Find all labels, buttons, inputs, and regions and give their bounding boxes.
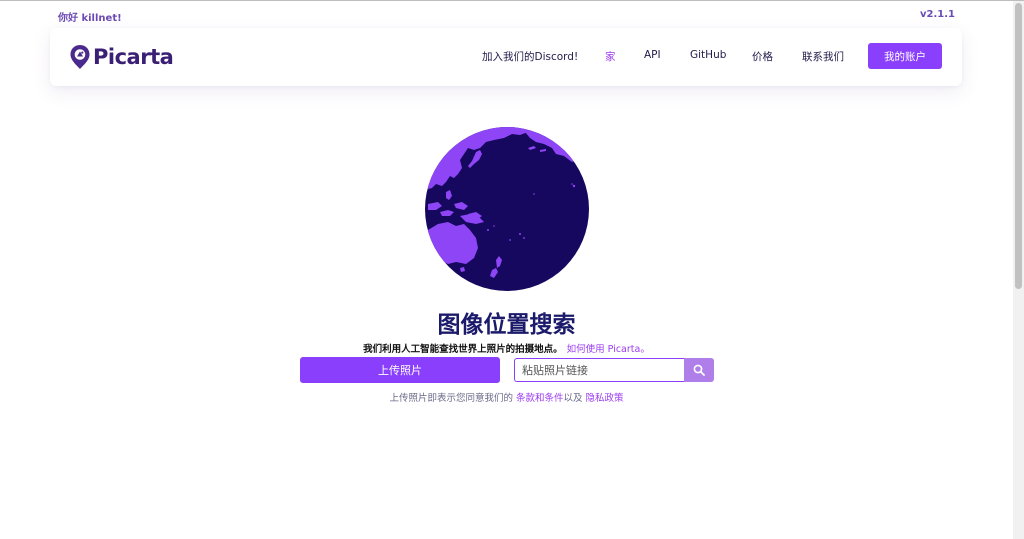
my-account-button[interactable]: 我的账户 (868, 43, 942, 69)
top-bar: 你好 killnet! v2.1.1 (58, 9, 955, 24)
navbar: Picarta 加入我们的Discord! 家 API GitHub 价格 联系… (50, 28, 962, 86)
location-pin-logo-icon (70, 45, 90, 69)
vertical-scrollbar[interactable] (1013, 1, 1024, 539)
terms-joiner: 以及 (563, 393, 583, 404)
logo[interactable]: Picarta (69, 42, 174, 72)
page-title: 图像位置搜索 (437, 312, 576, 338)
scrollbar-thumb[interactable] (1015, 3, 1022, 289)
subtitle: 我们利用人工智能查找世界上照片的拍摄地点。 如何使用 Picarta。 (0, 341, 1013, 355)
url-search-button[interactable] (684, 358, 714, 382)
terms-notice: 上传照片即表示您同意我们的 条款和条件以及 隐私政策 (0, 390, 1013, 404)
how-to-use-link[interactable]: 如何使用 Picarta。 (567, 344, 650, 355)
logo-text: Picarta (93, 45, 174, 69)
nav-link-home[interactable]: 家 (605, 49, 616, 64)
page: 你好 killnet! v2.1.1 Picarta 加入我们的Discord!… (0, 1, 1013, 539)
nav-link-github[interactable]: GitHub (690, 49, 726, 61)
globe-image (425, 127, 589, 291)
nav-link-contact[interactable]: 联系我们 (802, 49, 844, 64)
search-icon (693, 364, 705, 376)
terms-prefix: 上传照片即表示您同意我们的 (389, 393, 513, 404)
greeting-text: 你好 killnet! (58, 13, 122, 24)
photo-url-input[interactable] (514, 358, 685, 382)
nav-link-api[interactable]: API (644, 49, 661, 61)
privacy-policy-link[interactable]: 隐私政策 (586, 393, 624, 404)
nav-link-discord[interactable]: 加入我们的Discord! (482, 49, 578, 64)
subtitle-text: 我们利用人工智能查找世界上照片的拍摄地点。 (363, 344, 563, 355)
upload-photo-button[interactable]: 上传照片 (300, 357, 500, 383)
version-label: v2.1.1 (920, 9, 955, 20)
nav-link-pricing[interactable]: 价格 (752, 49, 773, 64)
terms-and-conditions-link[interactable]: 条款和条件 (516, 393, 564, 404)
